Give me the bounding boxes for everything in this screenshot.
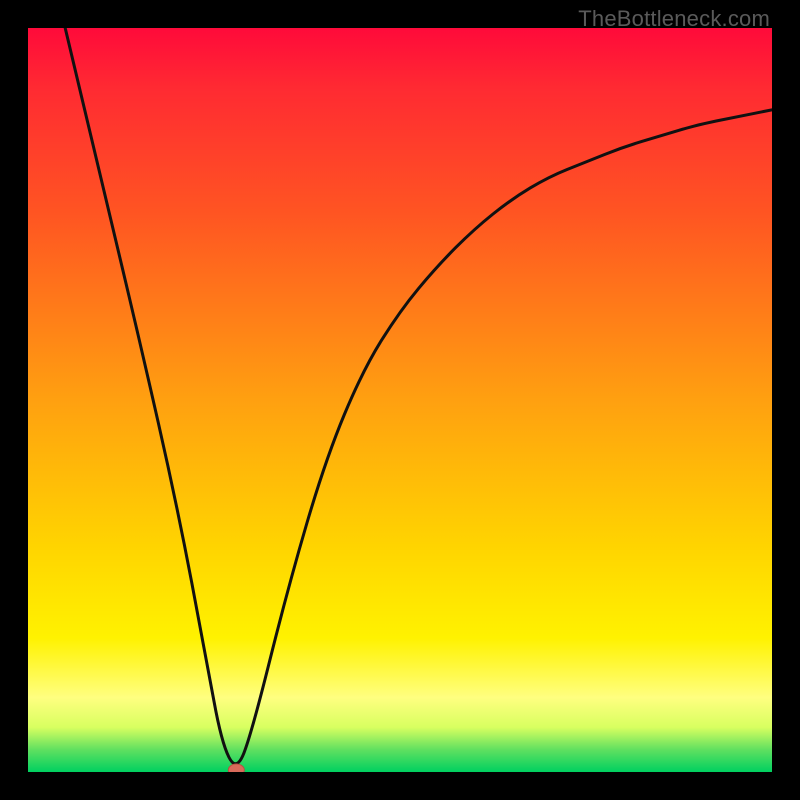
site-watermark: TheBottleneck.com bbox=[578, 6, 770, 32]
plot-area bbox=[28, 28, 772, 772]
chart-frame: TheBottleneck.com bbox=[0, 0, 800, 800]
bottleneck-curve bbox=[65, 28, 772, 764]
curve-overlay bbox=[28, 28, 772, 772]
minimum-marker bbox=[228, 764, 244, 772]
